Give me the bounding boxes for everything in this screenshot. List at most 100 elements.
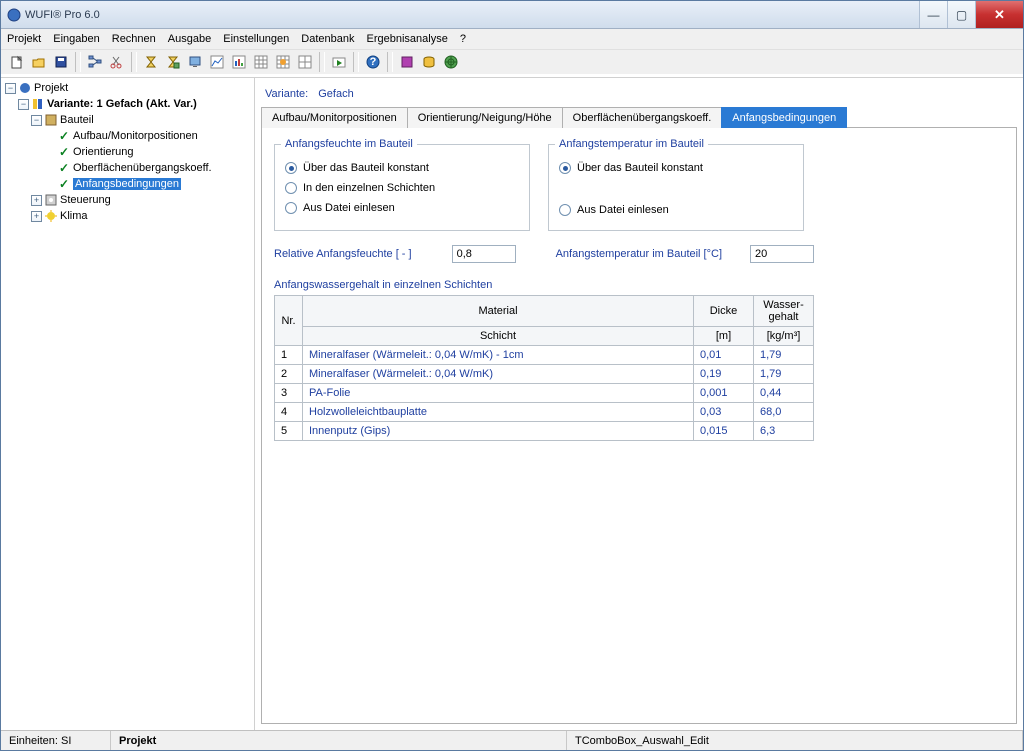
help-icon[interactable]: ? (363, 52, 383, 72)
tree-orientierung[interactable]: ✓ Orientierung (1, 144, 254, 160)
tab-aufbau[interactable]: Aufbau/Monitorpositionen (261, 107, 408, 128)
maximize-button[interactable]: ▢ (947, 1, 975, 28)
check-icon: ✓ (57, 161, 71, 175)
tab-anfangsbedingungen[interactable]: Anfangsbedingungen (721, 107, 847, 128)
app-icon (7, 8, 21, 22)
tree-oberflaechen[interactable]: ✓ Oberflächenübergangskoeff. (1, 160, 254, 176)
palette1-icon[interactable] (397, 52, 417, 72)
menu-datenbank[interactable]: Datenbank (301, 33, 354, 45)
run-icon[interactable] (329, 52, 349, 72)
temp-title: Anfangstemperatur im Bauteil (555, 138, 708, 150)
radio-icon[interactable] (559, 204, 571, 216)
screen-icon[interactable] (185, 52, 205, 72)
menu-rechnen[interactable]: Rechnen (112, 33, 156, 45)
tree-klima[interactable]: + Klima (1, 208, 254, 224)
collapse-icon[interactable]: − (5, 83, 16, 94)
statusbar: Einheiten: SI Projekt TComboBox_Auswahl_… (1, 730, 1023, 750)
cell-wasser: 0,44 (754, 384, 814, 403)
expand-icon[interactable]: + (31, 211, 42, 222)
init-temp-input[interactable]: 20 (750, 245, 814, 263)
tree-item-label: Oberflächenübergangskoeff. (73, 162, 212, 174)
tree-icon[interactable] (85, 52, 105, 72)
close-button[interactable]: ✕ (975, 1, 1023, 28)
temp-opt-constant[interactable]: Über das Bauteil konstant (559, 158, 793, 178)
radio-label: In den einzelnen Schichten (303, 182, 435, 194)
table-row[interactable]: 5Innenputz (Gips)0,0156,3 (275, 422, 814, 441)
tab-orientierung[interactable]: Orientierung/Neigung/Höhe (407, 107, 563, 128)
cell-nr: 4 (275, 403, 303, 422)
window-title: WUFI® Pro 6.0 (25, 9, 919, 21)
db-icon[interactable] (419, 52, 439, 72)
radio-label: Aus Datei einlesen (303, 202, 395, 214)
project-icon (18, 81, 32, 95)
tree-root-label: Projekt (34, 82, 68, 94)
moisture-opt-constant[interactable]: Über das Bauteil konstant (285, 158, 519, 178)
cell-material: PA-Folie (303, 384, 694, 403)
globe-icon[interactable] (441, 52, 461, 72)
tree-root[interactable]: − Projekt (1, 80, 254, 96)
tree-bauteil-label: Bauteil (60, 114, 94, 126)
radio-icon[interactable] (285, 162, 297, 174)
table-row[interactable]: 4Holzwolleleichtbauplatte0,0368,0 (275, 403, 814, 422)
expand-icon[interactable]: + (31, 195, 42, 206)
grid1-icon[interactable] (251, 52, 271, 72)
col-nr: Nr. (275, 296, 303, 346)
tree-anfangsbedingungen[interactable]: ✓ Anfangsbedingungen (1, 176, 254, 192)
layers-table-title: Anfangswassergehalt in einzelnen Schicht… (274, 279, 1004, 291)
temp-group: Anfangstemperatur im Bauteil Über das Ba… (548, 138, 804, 231)
open-icon[interactable] (29, 52, 49, 72)
body: − Projekt − Variante: 1 Gefach (Akt. Var… (1, 77, 1023, 730)
tree-variant[interactable]: − Variante: 1 Gefach (Akt. Var.) (1, 96, 254, 112)
tree-klima-label: Klima (60, 210, 88, 222)
tree-bauteil[interactable]: − Bauteil (1, 112, 254, 128)
menu-einstellungen[interactable]: Einstellungen (223, 33, 289, 45)
grid3-icon[interactable] (295, 52, 315, 72)
cut-icon[interactable] (107, 52, 127, 72)
grid2-icon[interactable] (273, 52, 293, 72)
menu-ergebnisanalyse[interactable]: Ergebnisanalyse (367, 33, 448, 45)
collapse-icon[interactable]: − (31, 115, 42, 126)
radio-icon[interactable] (559, 162, 571, 174)
menu-projekt[interactable]: Projekt (7, 33, 41, 45)
status-units: Einheiten: SI (1, 731, 111, 750)
cell-dicke: 0,01 (694, 346, 754, 365)
menu-help[interactable]: ? (460, 33, 466, 45)
new-icon[interactable] (7, 52, 27, 72)
minimize-button[interactable]: ― (919, 1, 947, 28)
variant-title: Variante: Gefach (261, 82, 1017, 106)
menu-ausgabe[interactable]: Ausgabe (168, 33, 211, 45)
cell-nr: 3 (275, 384, 303, 403)
cell-dicke: 0,03 (694, 403, 754, 422)
collapse-icon[interactable]: − (18, 99, 29, 110)
cell-wasser: 68,0 (754, 403, 814, 422)
variant-icon (31, 97, 45, 111)
temp-opt-file[interactable]: Aus Datei einlesen (559, 200, 793, 220)
col-schicht: Schicht (303, 327, 694, 346)
moisture-opt-file[interactable]: Aus Datei einlesen (285, 198, 519, 218)
tree-aufbau[interactable]: ✓ Aufbau/Monitorpositionen (1, 128, 254, 144)
cell-wasser: 1,79 (754, 365, 814, 384)
rel-moisture-input[interactable]: 0,8 (452, 245, 516, 263)
radio-icon[interactable] (285, 182, 297, 194)
check-icon: ✓ (57, 145, 71, 159)
table-row[interactable]: 1Mineralfaser (Wärmeleit.: 0,04 W/mK) - … (275, 346, 814, 365)
table-row[interactable]: 3PA-Folie0,0010,44 (275, 384, 814, 403)
hourglass-db-icon[interactable] (163, 52, 183, 72)
save-icon[interactable] (51, 52, 71, 72)
tab-oberflaechen[interactable]: Oberflächenübergangskoeff. (562, 107, 723, 128)
moisture-opt-layers[interactable]: In den einzelnen Schichten (285, 178, 519, 198)
tree-steuerung[interactable]: + Steuerung (1, 192, 254, 208)
radio-icon[interactable] (285, 202, 297, 214)
tree-variant-label: Variante: 1 Gefach (Akt. Var.) (47, 98, 197, 110)
menu-eingaben[interactable]: Eingaben (53, 33, 100, 45)
chart1-icon[interactable] (207, 52, 227, 72)
chart2-icon[interactable] (229, 52, 249, 72)
moisture-group: Anfangsfeuchte im Bauteil Über das Baute… (274, 138, 530, 231)
cell-material: Mineralfaser (Wärmeleit.: 0,04 W/mK) (303, 365, 694, 384)
radio-label: Über das Bauteil konstant (303, 162, 429, 174)
cell-dicke: 0,001 (694, 384, 754, 403)
hourglass-icon[interactable] (141, 52, 161, 72)
steuerung-icon (44, 193, 58, 207)
toolbar: ? (1, 49, 1023, 77)
table-row[interactable]: 2Mineralfaser (Wärmeleit.: 0,04 W/mK)0,1… (275, 365, 814, 384)
